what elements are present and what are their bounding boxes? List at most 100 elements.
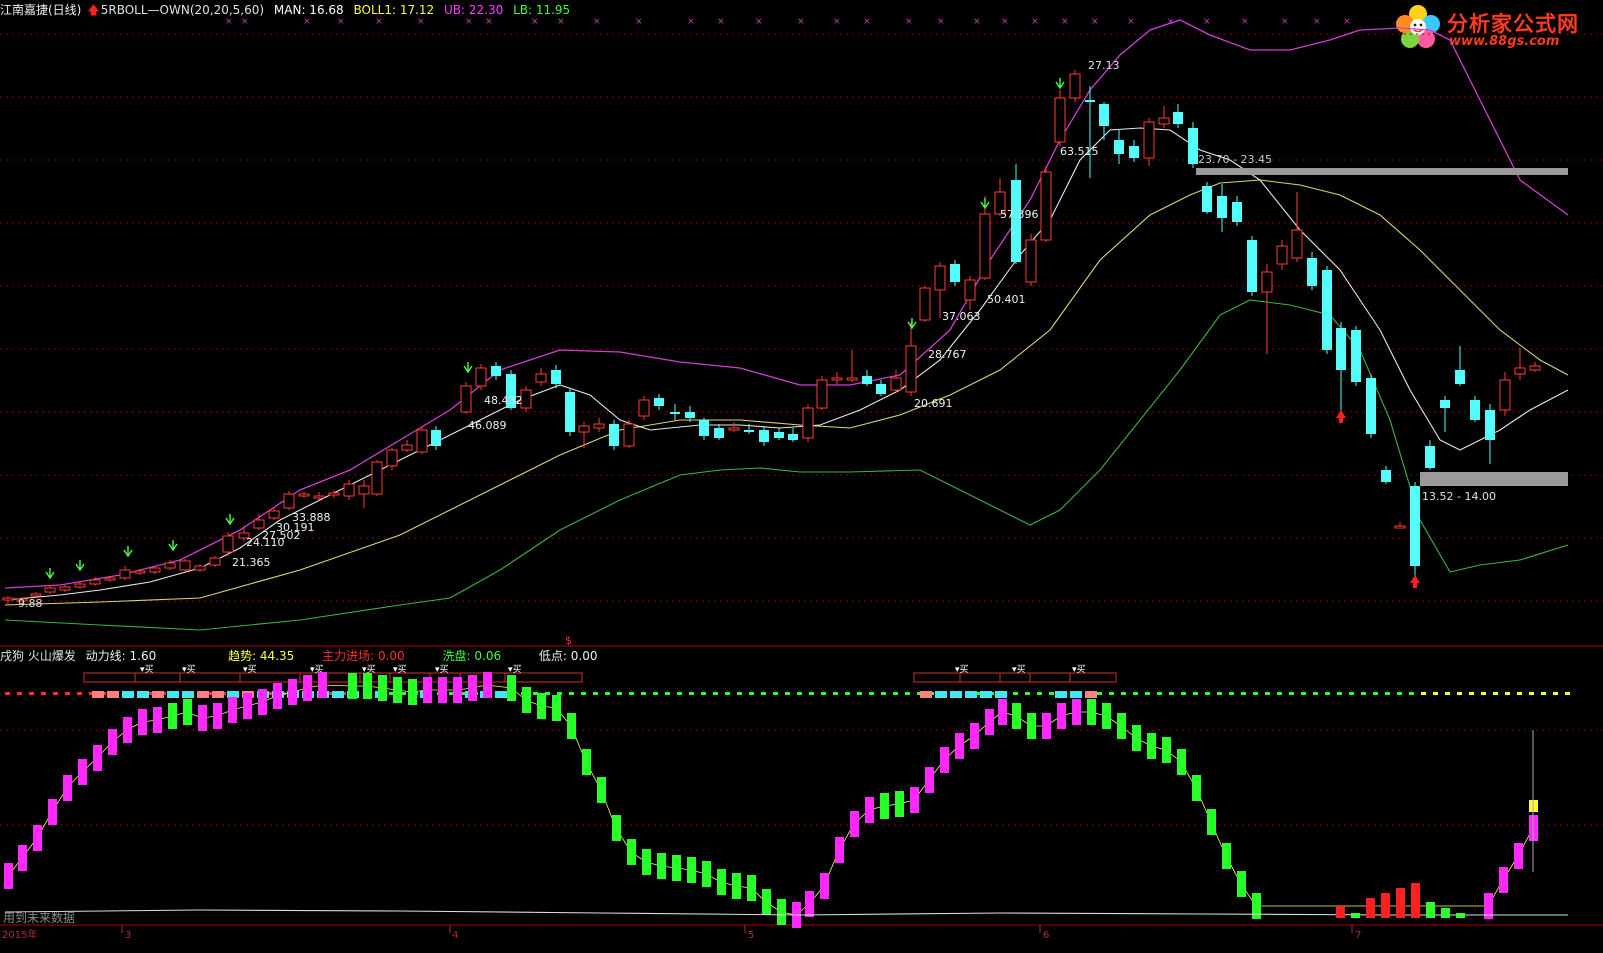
x-marker-icon: × xyxy=(635,17,643,27)
candle[interactable] xyxy=(179,559,191,572)
candle[interactable] xyxy=(1485,404,1495,464)
oscillator-bar xyxy=(805,891,814,917)
candle[interactable] xyxy=(535,368,547,386)
candle[interactable] xyxy=(1470,396,1480,422)
candle[interactable] xyxy=(1188,122,1198,168)
candle[interactable] xyxy=(1440,396,1450,432)
candle[interactable] xyxy=(1158,106,1170,128)
candle[interactable] xyxy=(919,286,931,322)
candle[interactable] xyxy=(551,365,561,388)
candle[interactable] xyxy=(1247,236,1257,296)
candle[interactable] xyxy=(222,532,234,556)
candle[interactable] xyxy=(1394,522,1406,529)
candle[interactable] xyxy=(431,426,441,450)
candle[interactable] xyxy=(876,380,886,396)
candle[interactable] xyxy=(1322,266,1332,354)
candle[interactable] xyxy=(74,582,86,589)
candle[interactable] xyxy=(1069,70,1081,102)
candle[interactable] xyxy=(253,514,265,530)
candle[interactable] xyxy=(1499,372,1511,416)
candle[interactable] xyxy=(298,492,310,498)
oscillator-bar xyxy=(732,873,741,899)
oscillator-bar xyxy=(895,791,904,817)
candle[interactable] xyxy=(1336,322,1346,412)
candle[interactable] xyxy=(475,364,487,390)
candle[interactable] xyxy=(759,426,769,446)
candle[interactable] xyxy=(386,448,398,470)
candle[interactable] xyxy=(1143,118,1155,166)
oscillator-bar xyxy=(123,717,132,743)
candlesticks[interactable] xyxy=(2,70,1541,604)
candle[interactable] xyxy=(788,428,798,442)
candle[interactable] xyxy=(520,386,532,412)
candle[interactable] xyxy=(209,556,221,567)
candle[interactable] xyxy=(699,418,709,440)
candle[interactable] xyxy=(1099,102,1109,140)
stock-chart[interactable]: × × × × × × × × × × × × × × × × × × × × × × × × × × × × × × × × 23.70 -… xyxy=(0,0,1603,953)
candle[interactable] xyxy=(846,350,858,382)
candle[interactable] xyxy=(371,460,383,496)
candle[interactable] xyxy=(491,362,501,380)
candle[interactable] xyxy=(638,396,650,420)
candle[interactable] xyxy=(1025,234,1037,286)
candle[interactable] xyxy=(1129,140,1139,162)
candle[interactable] xyxy=(728,422,740,432)
candle[interactable] xyxy=(1291,192,1303,262)
candle[interactable] xyxy=(1232,196,1242,226)
sub-indicator-name[interactable]: 戌狗 火山爆发 xyxy=(0,649,76,663)
candle[interactable] xyxy=(1410,482,1420,578)
candle[interactable] xyxy=(654,394,664,410)
candle[interactable] xyxy=(905,322,917,396)
candle[interactable] xyxy=(119,566,131,580)
candle[interactable] xyxy=(194,564,206,572)
candle[interactable] xyxy=(283,491,295,510)
candle[interactable] xyxy=(623,420,635,448)
candle[interactable] xyxy=(134,569,146,575)
candle[interactable] xyxy=(416,427,428,454)
candle[interactable] xyxy=(816,376,828,410)
candle[interactable] xyxy=(59,585,71,592)
candle[interactable] xyxy=(1307,252,1317,290)
candle[interactable] xyxy=(1425,440,1435,470)
candle[interactable] xyxy=(1202,182,1212,214)
candle[interactable] xyxy=(1085,86,1095,178)
candle[interactable] xyxy=(401,440,413,452)
candle[interactable] xyxy=(1351,326,1361,386)
oscillator-bar xyxy=(672,855,681,881)
candle[interactable] xyxy=(2,596,14,604)
oscillator-bar xyxy=(1042,713,1051,739)
candle[interactable] xyxy=(1514,348,1526,380)
oscillator-bar xyxy=(820,873,829,899)
candle[interactable] xyxy=(1173,104,1183,128)
candle[interactable] xyxy=(831,372,843,384)
candle[interactable] xyxy=(358,480,370,508)
candle[interactable] xyxy=(714,424,724,440)
candle[interactable] xyxy=(1114,130,1124,164)
baseline-line xyxy=(4,909,1568,916)
oscillator-bar xyxy=(747,875,756,901)
candle[interactable] xyxy=(343,480,355,500)
candle[interactable] xyxy=(964,276,976,310)
candle[interactable] xyxy=(1040,166,1052,242)
candle[interactable] xyxy=(1366,374,1376,438)
candle[interactable] xyxy=(1381,466,1391,484)
candle[interactable] xyxy=(1276,240,1288,270)
oscillator-bar xyxy=(1132,725,1141,751)
candle[interactable] xyxy=(460,382,472,414)
candle[interactable] xyxy=(670,404,680,420)
oscillator-bar xyxy=(63,775,72,801)
candle[interactable] xyxy=(1261,264,1273,354)
candle[interactable] xyxy=(1529,362,1541,372)
candle[interactable] xyxy=(862,370,872,386)
candle[interactable] xyxy=(593,418,605,432)
candle[interactable] xyxy=(565,388,575,436)
candle[interactable] xyxy=(890,370,902,392)
candle[interactable] xyxy=(950,260,960,286)
candle[interactable] xyxy=(1455,346,1465,386)
candle[interactable] xyxy=(774,428,784,440)
candle[interactable] xyxy=(1217,184,1227,232)
candle[interactable] xyxy=(1054,90,1066,146)
x-marker-icon: × xyxy=(225,17,233,27)
candle[interactable] xyxy=(802,404,814,442)
candle[interactable] xyxy=(609,420,619,450)
